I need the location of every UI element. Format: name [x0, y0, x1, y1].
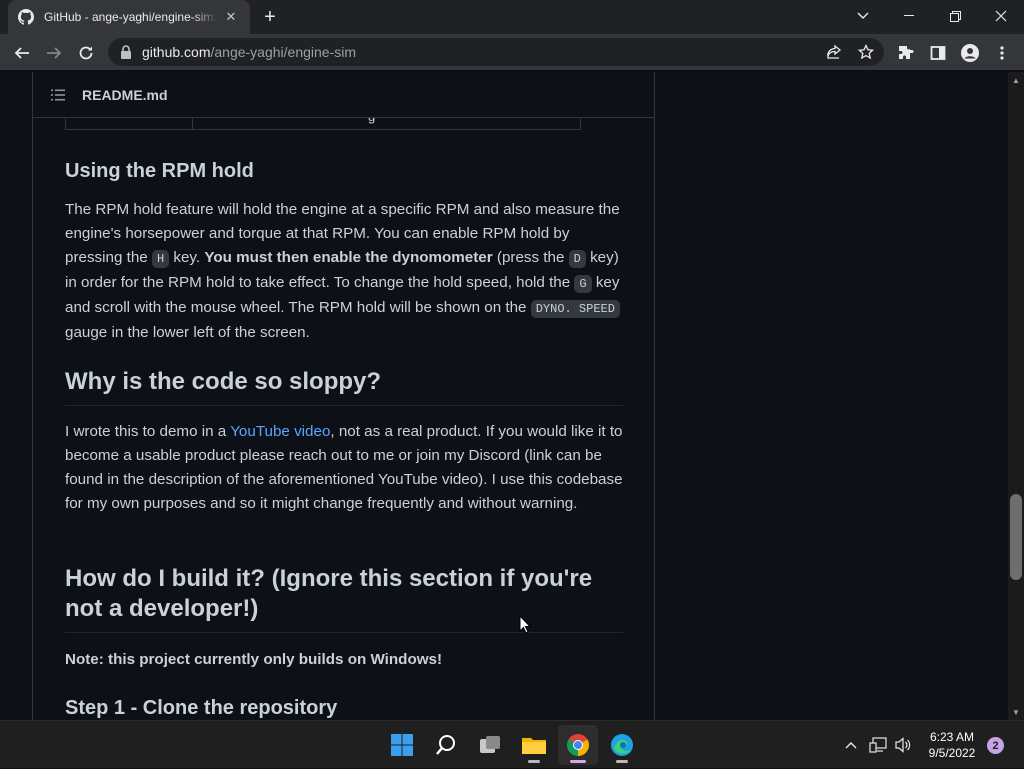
minimize-button[interactable] [886, 0, 932, 32]
task-view-button[interactable] [470, 725, 510, 765]
network-icon[interactable] [868, 721, 888, 769]
key-d-code: D [568, 250, 586, 268]
side-panel-icon[interactable] [924, 39, 952, 67]
bookmark-star-icon[interactable] [856, 42, 876, 62]
lock-icon[interactable] [120, 45, 132, 59]
paragraph-sloppy-code: I wrote this to demo in a YouTube video,… [65, 423, 623, 512]
browser-menu-icon[interactable] [988, 39, 1016, 67]
web-page: README.md g Using the RPM hold The RPM h… [0, 72, 1008, 720]
scroll-down-arrow-icon[interactable]: ▼ [1008, 704, 1024, 720]
bold-dyno-text: You must then enable the dynomometer [204, 249, 493, 266]
search-button[interactable] [426, 725, 466, 765]
windows-logo-icon [391, 734, 413, 756]
browser-toolbar: github.com/ange-yaghi/engine-sim [0, 34, 1024, 71]
tab-title: GitHub - ange-yaghi/engine-sim: Combusti… [44, 10, 218, 24]
task-view-icon [480, 736, 500, 753]
notification-badge[interactable]: 2 [987, 737, 1004, 754]
app-running-indicator [616, 760, 628, 763]
restore-button[interactable] [932, 0, 978, 32]
profile-avatar-icon[interactable] [956, 39, 984, 67]
reload-button[interactable] [72, 39, 100, 67]
heading-sloppy-code: Why is the code so sloppy? [65, 367, 623, 406]
address-bar[interactable]: github.com/ange-yaghi/engine-sim [108, 38, 884, 66]
scroll-up-arrow-icon[interactable]: ▲ [1008, 72, 1024, 88]
partial-table: g [65, 109, 581, 130]
table-of-contents-icon[interactable] [50, 87, 66, 103]
edge-taskbar-button[interactable] [602, 725, 642, 765]
dyno-speed-code: DYNO. SPEED [530, 300, 620, 318]
tab-search-chevron-icon[interactable] [840, 0, 886, 32]
new-tab-button[interactable]: + [258, 5, 282, 29]
youtube-video-link[interactable]: YouTube video [230, 423, 330, 440]
browser-tab[interactable]: GitHub - ange-yaghi/engine-sim: Combusti… [8, 0, 250, 34]
heading-rpm-hold: Using the RPM hold [65, 160, 254, 182]
app-running-indicator [528, 760, 540, 763]
folder-icon [522, 738, 546, 754]
chrome-taskbar-button[interactable] [558, 725, 598, 765]
share-icon[interactable] [824, 42, 844, 62]
system-clock[interactable]: 6:23 AM 9/5/2022 [920, 729, 984, 761]
show-hidden-icons-chevron-icon[interactable] [842, 721, 860, 769]
volume-icon[interactable] [892, 721, 914, 769]
heading-step1: Step 1 - Clone the repository [65, 697, 338, 719]
start-button[interactable] [382, 725, 422, 765]
key-h-code: H [151, 250, 170, 268]
file-explorer-button[interactable] [514, 725, 554, 765]
forward-button[interactable] [40, 39, 68, 67]
scrollbar-thumb[interactable] [1010, 494, 1022, 580]
key-g-code: G [574, 275, 592, 293]
edge-icon [611, 734, 633, 756]
tab-close-icon[interactable]: ✕ [222, 8, 240, 26]
build-note: Note: this project currently only builds… [65, 651, 443, 668]
chrome-icon [567, 734, 589, 756]
app-active-indicator [570, 760, 586, 763]
clock-time: 6:23 AM [929, 730, 975, 744]
browser-titlebar: GitHub - ange-yaghi/engine-sim: Combusti… [0, 0, 1024, 34]
readme-filename: README.md [82, 86, 168, 103]
extensions-icon[interactable] [892, 39, 920, 67]
table-divider [192, 117, 193, 129]
back-button[interactable] [8, 39, 36, 67]
windows-taskbar: 6:23 AM 9/5/2022 2 [0, 720, 1024, 768]
paragraph-rpm-hold: The RPM hold feature will hold the engin… [65, 201, 620, 341]
search-icon [436, 735, 455, 755]
page-scrollbar[interactable]: ▲ ▼ [1008, 72, 1024, 720]
heading-build: How do I build it? (Ignore this section … [65, 564, 623, 633]
url-text: github.com/ange-yaghi/engine-sim [142, 44, 357, 60]
mouse-cursor-icon [519, 615, 531, 634]
close-window-button[interactable] [978, 0, 1024, 32]
github-icon [18, 9, 34, 25]
clock-date: 9/5/2022 [928, 746, 976, 760]
readme-header: README.md [33, 72, 654, 118]
